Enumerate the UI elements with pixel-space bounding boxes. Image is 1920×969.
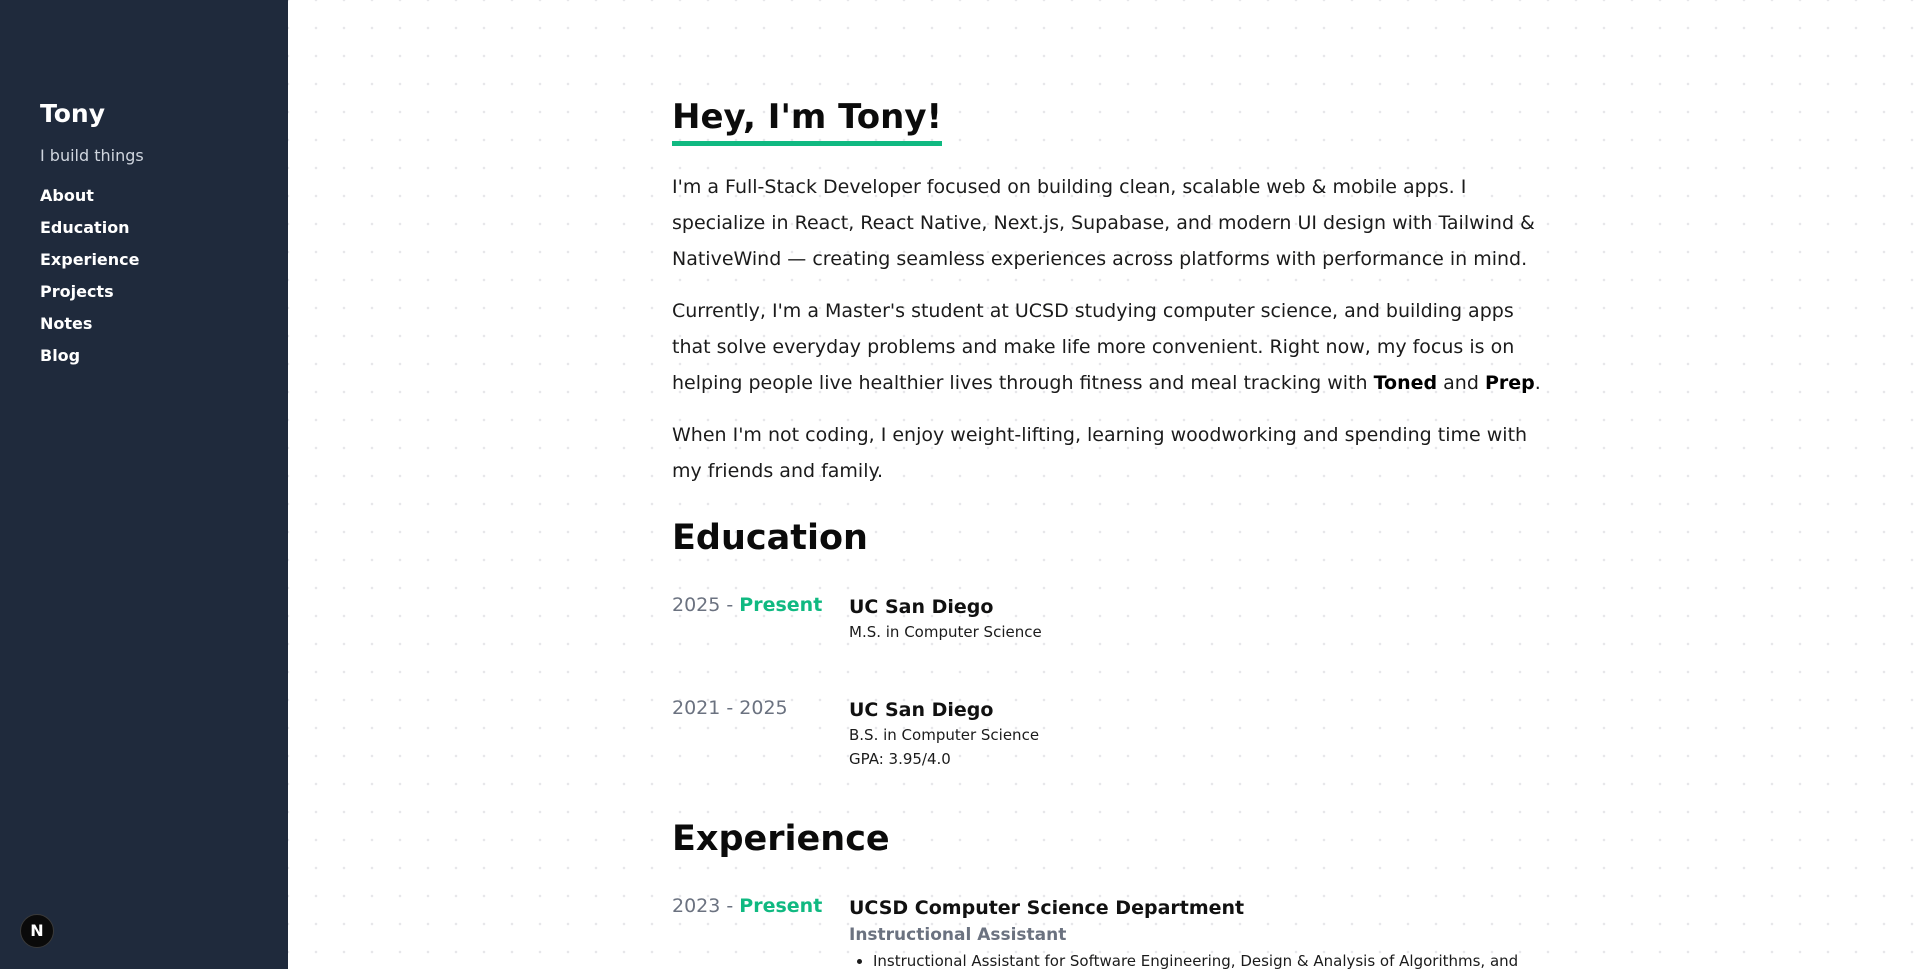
nav-projects[interactable]: Projects xyxy=(40,281,140,313)
gpa: GPA: 3.95/4.0 xyxy=(849,750,951,768)
year-start: 2025 xyxy=(672,594,721,616)
intro-paragraph-2: Currently, I'm a Master's student at UCS… xyxy=(672,293,1552,401)
year-separator: - xyxy=(720,594,740,616)
experience-years: 2023 - Present xyxy=(672,895,822,917)
year-start: 2021 xyxy=(672,697,721,719)
page-title: Hey, I'm Tony! xyxy=(672,97,943,146)
main-content: Hey, I'm Tony! I'm a Full-Stack Develope… xyxy=(288,0,1920,969)
intro-paragraph-2-and: and xyxy=(1437,372,1485,394)
employer-name: UCSD Computer Science Department xyxy=(849,897,1245,919)
nav-experience[interactable]: Experience xyxy=(40,249,140,281)
intro-paragraph-3: When I'm not coding, I enjoy weight-lift… xyxy=(672,424,1528,482)
education-years: 2021 - 2025 xyxy=(672,697,788,719)
school-name: UC San Diego xyxy=(849,699,994,721)
experience-info: UCSD Computer Science Department Instruc… xyxy=(849,895,1549,969)
sidebar-nav: About Education Experience Projects Note… xyxy=(40,185,140,377)
education-info: UC San Diego B.S. in Computer Science GP… xyxy=(849,697,1549,771)
education-info: UC San Diego M.S. in Computer Science xyxy=(849,594,1549,644)
degree: M.S. in Computer Science xyxy=(849,623,1042,641)
nav-about[interactable]: About xyxy=(40,185,140,217)
education-heading: Education xyxy=(672,518,868,558)
year-separator: - xyxy=(720,895,740,917)
school-name: UC San Diego xyxy=(849,596,994,618)
prep-app-name: Prep xyxy=(1484,372,1535,394)
list-item: Instructional Assistant for Software Eng… xyxy=(873,949,1549,969)
year-end-present: Present xyxy=(739,895,823,917)
nav-notes[interactable]: Notes xyxy=(40,313,140,345)
nextjs-devtools-icon[interactable]: N xyxy=(20,914,54,948)
nav-education[interactable]: Education xyxy=(40,217,140,249)
year-separator: - xyxy=(720,697,740,719)
experience-heading: Experience xyxy=(672,819,890,859)
year-start: 2023 xyxy=(672,895,721,917)
sidebar: Tony I build things About Education Expe… xyxy=(0,0,288,969)
year-end-present: Present xyxy=(739,594,823,616)
responsibility-list: Instructional Assistant for Software Eng… xyxy=(849,949,1549,969)
site-brand[interactable]: Tony xyxy=(40,99,105,128)
education-years: 2025 - Present xyxy=(672,594,822,616)
job-title: Instructional Assistant xyxy=(849,925,1067,945)
toned-app-name: Toned xyxy=(1373,372,1438,394)
year-end: 2025 xyxy=(739,697,788,719)
intro-paragraph-1: I'm a Full-Stack Developer focused on bu… xyxy=(672,176,1535,270)
intro-paragraph-2-end: . xyxy=(1534,372,1541,394)
nav-blog[interactable]: Blog xyxy=(40,345,140,377)
degree: B.S. in Computer Science xyxy=(849,726,1040,744)
site-tagline: I build things xyxy=(40,146,144,165)
